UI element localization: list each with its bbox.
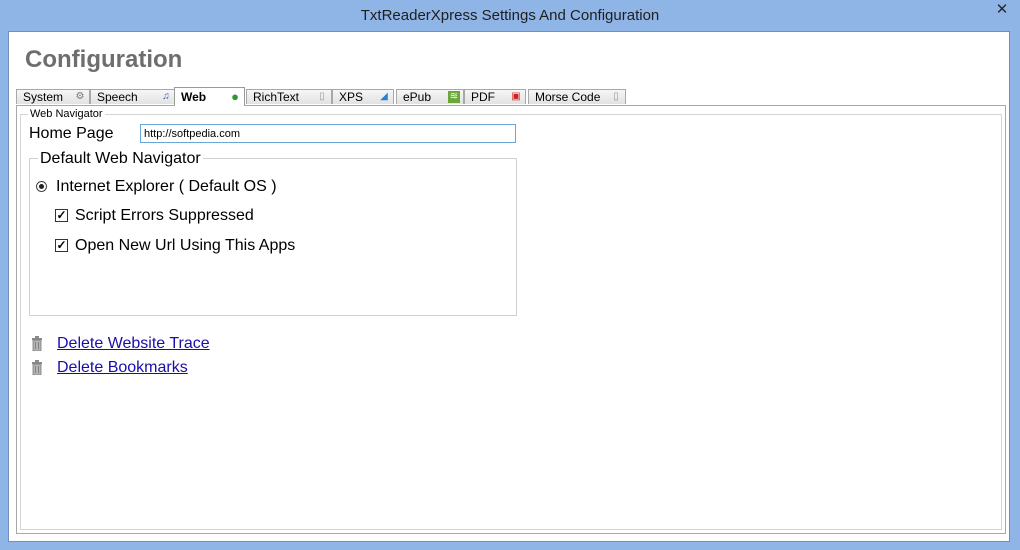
speaker-icon: ♫ [162, 91, 170, 102]
home-page-input[interactable] [140, 124, 516, 143]
epub-icon: ≋ [448, 91, 460, 103]
tab-label: PDF [471, 90, 495, 104]
gear-icon: ⚙ [75, 91, 85, 102]
tab-web[interactable]: Web ● [174, 87, 245, 106]
tab-system[interactable]: System ⚙ [16, 89, 90, 104]
radio-label: Internet Explorer ( Default OS ) [56, 178, 277, 195]
checkmark-icon[interactable]: ✓ [55, 239, 68, 252]
delete-website-trace-link[interactable]: Delete Website Trace [57, 335, 210, 353]
tab-label: Web [181, 90, 207, 104]
document-icon: ▯ [319, 91, 325, 102]
tab-label: RichText [253, 90, 300, 104]
tab-label: System [23, 90, 64, 104]
client-area: Configuration System ⚙ Speech ♫ Web ● Ri… [8, 31, 1010, 542]
checkbox-label: Script Errors Suppressed [75, 207, 254, 224]
pdf-icon: ▣ [511, 91, 521, 102]
settings-window: TxtReaderXpress Settings And Configurati… [0, 0, 1020, 550]
tab-label: Speech [97, 90, 138, 104]
checkmark-icon[interactable]: ✓ [55, 209, 68, 222]
tab-label: XPS [339, 90, 364, 104]
document-icon: ▯ [613, 91, 619, 102]
default-web-navigator-group: Default Web Navigator Internet Explorer … [29, 150, 517, 316]
page-title: Configuration [25, 46, 183, 73]
checkbox-label: Open New Url Using This Apps [75, 237, 296, 254]
tab-richtext[interactable]: RichText ▯ [246, 89, 332, 104]
radio-selected-icon[interactable] [36, 181, 47, 192]
globe-icon: ● [231, 89, 239, 104]
script-errors-checkbox[interactable]: ✓ Script Errors Suppressed [55, 207, 254, 225]
tab-label: ePub [403, 90, 432, 104]
trash-icon [32, 336, 42, 351]
tab-xps[interactable]: XPS ◢ [332, 89, 394, 104]
tab-label: Morse Code [535, 90, 601, 104]
tab-speech[interactable]: Speech ♫ [90, 89, 176, 104]
internet-explorer-radio[interactable]: Internet Explorer ( Default OS ) [36, 178, 277, 196]
section-label: Web Navigator [28, 108, 105, 120]
tab-morse-code[interactable]: Morse Code ▯ [528, 89, 626, 104]
open-new-url-checkbox[interactable]: ✓ Open New Url Using This Apps [55, 237, 296, 255]
window-titlebar: TxtReaderXpress Settings And Configurati… [0, 0, 1020, 31]
tab-epub[interactable]: ePub ≋ [396, 89, 464, 104]
home-page-label: Home Page [29, 125, 114, 142]
window-title: TxtReaderXpress Settings And Configurati… [360, 7, 660, 24]
trash-icon [32, 360, 42, 375]
xps-icon: ◢ [380, 91, 388, 102]
delete-bookmarks-link[interactable]: Delete Bookmarks [57, 359, 188, 377]
close-icon[interactable]: ✕ [988, 0, 1016, 20]
tab-pdf[interactable]: PDF ▣ [464, 89, 526, 104]
group-legend: Default Web Navigator [38, 150, 203, 168]
